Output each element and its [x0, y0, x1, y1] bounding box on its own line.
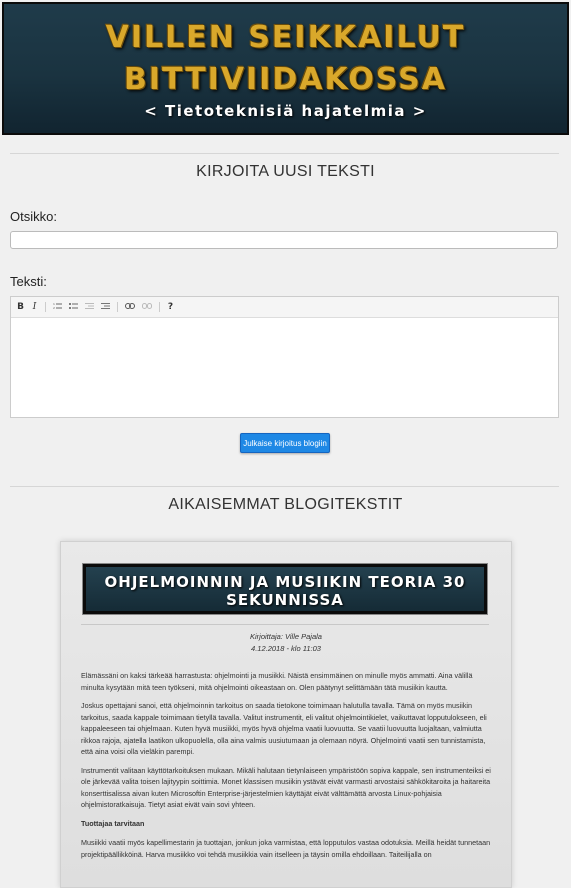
ordered-list-icon[interactable]: 12: [53, 302, 62, 313]
post-paragraph: Instrumentit valitaan käyttötarkoituksen…: [81, 765, 491, 810]
text-label: Teksti:: [10, 274, 47, 289]
banner-title-line1: VILLEN SEIKKAILUT: [105, 20, 466, 55]
unlink-icon[interactable]: [142, 302, 152, 312]
blog-post-card: OHJELMOINNIN JA MUSIIKIN TEORIA 30 SEKUN…: [60, 541, 512, 888]
text-editor[interactable]: B I 12 ?: [10, 296, 559, 418]
post-subheading: Tuottajaa tarvitaan: [81, 818, 145, 828]
editor-toolbar: B I 12 ?: [11, 297, 558, 318]
svg-text:2: 2: [53, 306, 55, 310]
title-input[interactable]: [10, 231, 558, 249]
post-title: OHJELMOINNIN JA MUSIIKIN TEORIA 30 SEKUN…: [82, 563, 488, 615]
help-button[interactable]: ?: [167, 302, 174, 312]
unordered-list-icon[interactable]: [69, 302, 78, 313]
toolbar-separator: [159, 302, 160, 312]
editor-text-area[interactable]: [11, 318, 558, 418]
post-author: Kirjoittaja: Ville Pajala: [250, 632, 322, 641]
toolbar-separator: [117, 302, 118, 312]
indent-icon[interactable]: [101, 302, 110, 313]
post-date: 4.12.2018 - klo 11:03: [251, 644, 321, 653]
post-paragraph: Joskus opettajani sanoi, että ohjelmoinn…: [81, 701, 487, 756]
divider: [10, 486, 559, 487]
link-icon[interactable]: [125, 302, 135, 312]
new-post-heading: KIRJOITA UUSI TEKSTI: [196, 163, 375, 180]
italic-button[interactable]: I: [31, 302, 38, 312]
banner-title-line2: BITTIVIIDAKOSSA: [124, 62, 447, 97]
outdent-icon[interactable]: [85, 302, 94, 313]
site-banner: VILLEN SEIKKAILUT BITTIVIIDAKOSSA < Tiet…: [2, 2, 569, 135]
title-label: Otsikko:: [10, 209, 57, 224]
post-paragraph: Elämässäni on kaksi tärkeää harrastusta:…: [81, 671, 473, 692]
bold-button[interactable]: B: [17, 302, 24, 312]
banner-subtitle: < Tietoteknisiä hajatelmia >: [144, 102, 427, 120]
publish-button[interactable]: Julkaise kirjoitus blogiin: [240, 433, 330, 453]
post-body: Elämässäni on kaksi tärkeää harrastusta:…: [81, 670, 491, 867]
post-divider: [81, 624, 489, 625]
previous-posts-heading: AIKAISEMMAT BLOGITEKSTIT: [168, 496, 403, 513]
post-paragraph: Musiikki vaatii myös kapellimestarin ja …: [81, 838, 491, 859]
toolbar-separator: [45, 302, 46, 312]
divider: [10, 153, 559, 154]
